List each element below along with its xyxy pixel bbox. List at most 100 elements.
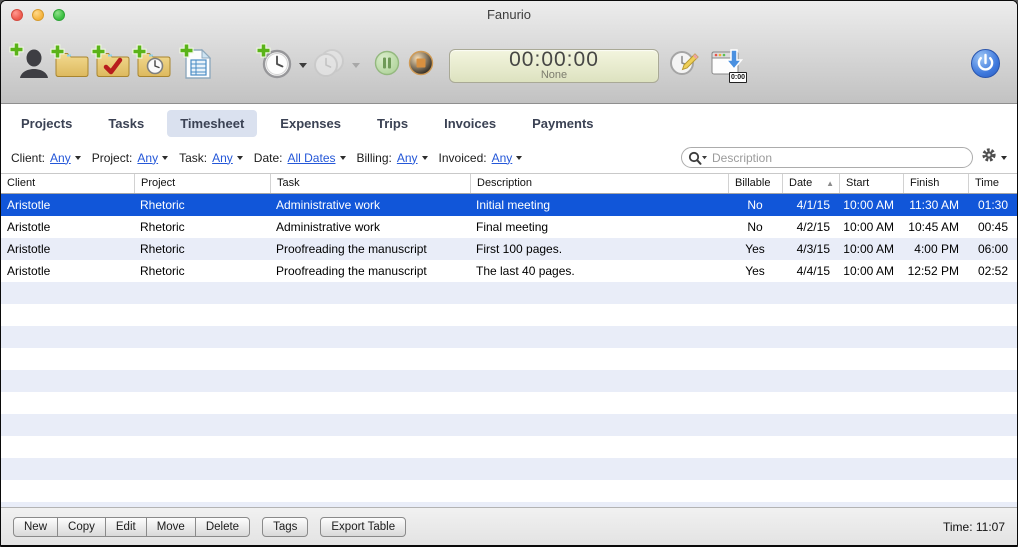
filter-billing-value[interactable]: Any bbox=[397, 151, 418, 165]
cell-project: Rhetoric bbox=[134, 260, 270, 282]
power-icon[interactable] bbox=[970, 48, 1001, 84]
cell-start: 10:00 AM bbox=[839, 238, 903, 260]
filter-client-value[interactable]: Any bbox=[50, 151, 71, 165]
gear-icon[interactable] bbox=[981, 147, 997, 168]
column-header-client[interactable]: Client bbox=[1, 174, 134, 193]
cell-time: 01:30 bbox=[968, 194, 1017, 216]
filter-task-dropdown-icon[interactable] bbox=[237, 156, 243, 160]
filter-invoiced-label: Invoiced: bbox=[439, 151, 487, 165]
edit-button[interactable]: Edit bbox=[105, 517, 147, 537]
filter-project-dropdown-icon[interactable] bbox=[162, 156, 168, 160]
cell-project: Rhetoric bbox=[134, 194, 270, 216]
copy-button[interactable]: Copy bbox=[57, 517, 106, 537]
cell-time: 06:00 bbox=[968, 238, 1017, 260]
cell-client: Aristotle bbox=[1, 260, 134, 282]
cell-date: 4/3/15 bbox=[782, 238, 839, 260]
cell-billable: No bbox=[728, 216, 782, 238]
table-row[interactable]: Aristotle Rhetoric Proofreading the manu… bbox=[1, 260, 1017, 282]
cell-start: 10:00 AM bbox=[839, 216, 903, 238]
column-header-task[interactable]: Task bbox=[270, 174, 470, 193]
search-box bbox=[681, 147, 973, 168]
new-invoice-icon[interactable] bbox=[183, 47, 213, 85]
cell-task: Administrative work bbox=[270, 216, 470, 238]
tab-projects[interactable]: Projects bbox=[8, 110, 85, 137]
resume-timer-icon[interactable] bbox=[311, 47, 345, 84]
cell-billable: Yes bbox=[728, 260, 782, 282]
move-button[interactable]: Move bbox=[146, 517, 196, 537]
zoom-window-icon[interactable] bbox=[53, 9, 65, 21]
filter-date-dropdown-icon[interactable] bbox=[340, 156, 346, 160]
table-row[interactable]: Aristotle Rhetoric Proofreading the manu… bbox=[1, 238, 1017, 260]
delete-button[interactable]: Delete bbox=[195, 517, 250, 537]
column-header-date[interactable]: Date▲ bbox=[782, 174, 839, 193]
cell-time: 00:45 bbox=[968, 216, 1017, 238]
edit-timer-icon[interactable] bbox=[669, 48, 699, 83]
search-icon[interactable] bbox=[688, 151, 708, 170]
timesheet-table: Aristotle Rhetoric Administrative work I… bbox=[1, 194, 1017, 507]
cell-description: The last 40 pages. bbox=[470, 260, 728, 282]
cell-billable: Yes bbox=[728, 238, 782, 260]
column-header-start[interactable]: Start bbox=[839, 174, 903, 193]
cell-task: Administrative work bbox=[270, 194, 470, 216]
table-row[interactable]: Aristotle Rhetoric Administrative work I… bbox=[1, 194, 1017, 216]
table-row[interactable]: Aristotle Rhetoric Administrative work F… bbox=[1, 216, 1017, 238]
cell-description: Final meeting bbox=[470, 216, 728, 238]
new-task-icon[interactable] bbox=[95, 48, 131, 83]
cell-project: Rhetoric bbox=[134, 216, 270, 238]
add-time-to-invoice-icon[interactable]: 0:00 bbox=[710, 48, 744, 83]
titlebar[interactable]: Fanurio bbox=[1, 1, 1017, 28]
tab-timesheet[interactable]: Timesheet bbox=[167, 110, 257, 137]
cell-start: 10:00 AM bbox=[839, 260, 903, 282]
column-header-description[interactable]: Description bbox=[470, 174, 728, 193]
minimize-window-icon[interactable] bbox=[32, 9, 44, 21]
tab-expenses[interactable]: Expenses bbox=[267, 110, 354, 137]
filter-billing: Billing: Any bbox=[357, 151, 428, 165]
column-header-billable[interactable]: Billable bbox=[728, 174, 782, 193]
new-client-icon[interactable] bbox=[13, 46, 49, 85]
window-title: Fanurio bbox=[1, 1, 1017, 28]
column-header-time[interactable]: Time bbox=[968, 174, 1017, 193]
tab-payments[interactable]: Payments bbox=[519, 110, 606, 137]
timer-elapsed: 00:00:00 bbox=[509, 50, 599, 70]
filter-date-label: Date: bbox=[254, 151, 283, 165]
table-header: Client Project Task Description Billable… bbox=[1, 173, 1017, 194]
start-timer-icon[interactable] bbox=[260, 47, 292, 84]
filter-invoiced-dropdown-icon[interactable] bbox=[516, 156, 522, 160]
toolbar: 00:00:00 None 0: bbox=[1, 28, 1017, 103]
tags-button[interactable]: Tags bbox=[262, 517, 308, 537]
cell-task: Proofreading the manuscript bbox=[270, 238, 470, 260]
app-window: Fanurio bbox=[0, 0, 1018, 547]
export-table-button[interactable]: Export Table bbox=[320, 517, 406, 537]
search-input[interactable] bbox=[681, 147, 973, 168]
filter-billing-dropdown-icon[interactable] bbox=[422, 156, 428, 160]
cell-finish: 10:45 AM bbox=[903, 216, 968, 238]
filter-project-label: Project: bbox=[92, 151, 133, 165]
filter-date-value[interactable]: All Dates bbox=[287, 151, 335, 165]
filter-client-dropdown-icon[interactable] bbox=[75, 156, 81, 160]
start-timer-dropdown-icon[interactable] bbox=[299, 63, 307, 68]
filter-task-label: Task: bbox=[179, 151, 207, 165]
filter-invoiced-value[interactable]: Any bbox=[492, 151, 513, 165]
new-project-icon[interactable] bbox=[54, 48, 90, 83]
cell-task: Proofreading the manuscript bbox=[270, 260, 470, 282]
cell-client: Aristotle bbox=[1, 238, 134, 260]
filter-bar: Client: Any Project: Any Task: Any Date:… bbox=[1, 142, 1017, 173]
cell-finish: 11:30 AM bbox=[903, 194, 968, 216]
tab-invoices[interactable]: Invoices bbox=[431, 110, 509, 137]
filter-project: Project: Any bbox=[92, 151, 168, 165]
gear-dropdown-icon[interactable] bbox=[1001, 156, 1007, 160]
tab-trips[interactable]: Trips bbox=[364, 110, 421, 137]
stop-icon[interactable] bbox=[408, 50, 434, 81]
new-button[interactable]: New bbox=[13, 517, 58, 537]
filter-task-value[interactable]: Any bbox=[212, 151, 233, 165]
filter-billing-label: Billing: bbox=[357, 151, 392, 165]
new-project-timer-icon[interactable] bbox=[136, 48, 172, 83]
column-header-project[interactable]: Project bbox=[134, 174, 270, 193]
close-window-icon[interactable] bbox=[11, 9, 23, 21]
filter-project-value[interactable]: Any bbox=[137, 151, 158, 165]
filter-client-label: Client: bbox=[11, 151, 45, 165]
column-header-finish[interactable]: Finish bbox=[903, 174, 968, 193]
pause-icon[interactable] bbox=[374, 50, 400, 81]
cell-date: 4/1/15 bbox=[782, 194, 839, 216]
tab-tasks[interactable]: Tasks bbox=[95, 110, 157, 137]
